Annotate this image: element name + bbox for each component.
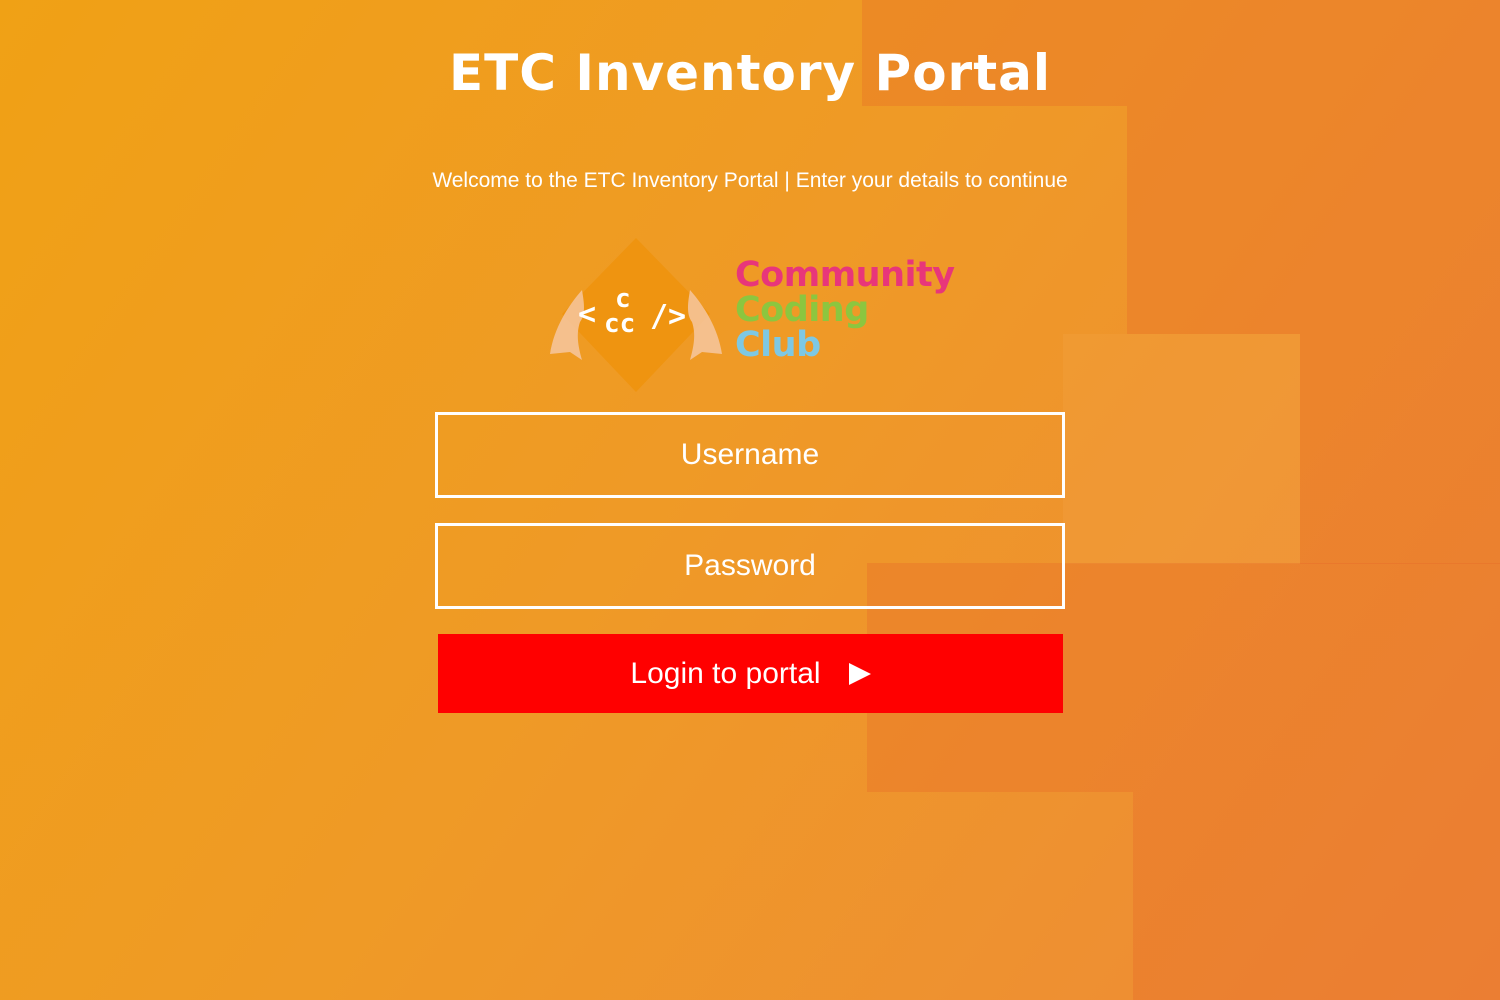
page-subtitle: Welcome to the ETC Inventory Portal | En… <box>432 169 1068 192</box>
background-block <box>1063 334 1300 564</box>
right-hand-icon <box>688 290 722 360</box>
logo-word-coding: Coding <box>735 290 869 330</box>
logo-word-community: Community <box>735 255 955 295</box>
login-button-label: Login to portal <box>630 656 821 690</box>
background-block <box>1300 334 1500 564</box>
background-block <box>1127 106 1500 334</box>
logo-cc-bottom: cc <box>604 309 635 339</box>
community-coding-club-logo: < c cc /> Community Coding Club <box>548 236 958 394</box>
logo-badge: < c cc /> <box>550 238 722 392</box>
page-title: ETC Inventory Portal <box>448 44 1051 102</box>
background-block <box>1133 792 1500 1000</box>
logo-word-club: Club <box>735 325 821 365</box>
login-button[interactable]: Login to portal <box>438 634 1063 713</box>
logo-wordmark: Community Coding Club <box>735 258 955 363</box>
password-input[interactable] <box>435 523 1065 609</box>
username-input[interactable] <box>435 412 1065 498</box>
play-icon <box>848 663 871 685</box>
logo-open-bracket: < <box>578 297 596 332</box>
logo-close-tag: /> <box>650 299 686 334</box>
